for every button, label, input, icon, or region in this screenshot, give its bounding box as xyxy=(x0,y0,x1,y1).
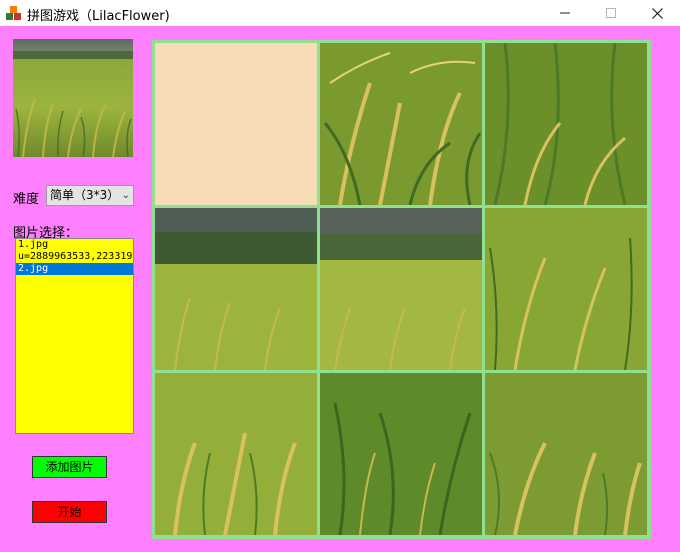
tile-image xyxy=(155,373,317,535)
tile-image xyxy=(320,43,482,205)
preview-image xyxy=(13,39,133,157)
tile-image xyxy=(320,373,482,535)
maximize-button[interactable] xyxy=(588,0,634,26)
minimize-icon xyxy=(560,12,570,14)
window-title: 拼图游戏（LilacFlower) xyxy=(27,9,170,24)
minimize-button[interactable] xyxy=(542,0,588,26)
close-icon xyxy=(651,7,663,19)
maximize-icon xyxy=(606,8,616,18)
puzzle-board xyxy=(152,40,651,539)
title-bar: 拼图游戏（LilacFlower) xyxy=(0,0,680,26)
tile-image xyxy=(320,208,482,370)
puzzle-tile[interactable] xyxy=(155,373,317,535)
puzzle-tile[interactable] xyxy=(320,43,482,205)
puzzle-tile[interactable] xyxy=(320,208,482,370)
tile-image xyxy=(155,208,317,370)
list-item[interactable]: u=2889963533,223319 xyxy=(16,251,133,263)
puzzle-tile[interactable] xyxy=(485,43,647,205)
puzzle-tile[interactable] xyxy=(155,208,317,370)
chevron-down-icon: ⌄ xyxy=(121,190,130,201)
puzzle-tile[interactable] xyxy=(320,373,482,535)
puzzle-tile-empty[interactable] xyxy=(155,43,317,205)
image-listbox[interactable]: 1.jpg u=2889963533,223319 2.jpg xyxy=(15,238,134,434)
difficulty-value: 简单（3*3） xyxy=(50,188,120,202)
start-button[interactable]: 开始 xyxy=(32,501,107,523)
puzzle-tile[interactable] xyxy=(485,208,647,370)
puzzle-tile[interactable] xyxy=(485,373,647,535)
close-button[interactable] xyxy=(634,0,680,26)
difficulty-dropdown[interactable]: 简单（3*3） ⌄ xyxy=(46,185,134,206)
tile-image xyxy=(485,43,647,205)
add-image-button[interactable]: 添加图片 xyxy=(32,456,107,478)
difficulty-label: 难度 xyxy=(13,192,40,207)
puzzle-app-icon xyxy=(6,6,21,20)
client-area: 难度 简单（3*3） ⌄ 图片选择： 1.jpg u=2889963533,22… xyxy=(0,26,680,552)
tile-image xyxy=(485,208,647,370)
list-item[interactable]: 1.jpg xyxy=(16,239,133,251)
tile-image xyxy=(485,373,647,535)
list-item-selected[interactable]: 2.jpg xyxy=(16,263,133,275)
